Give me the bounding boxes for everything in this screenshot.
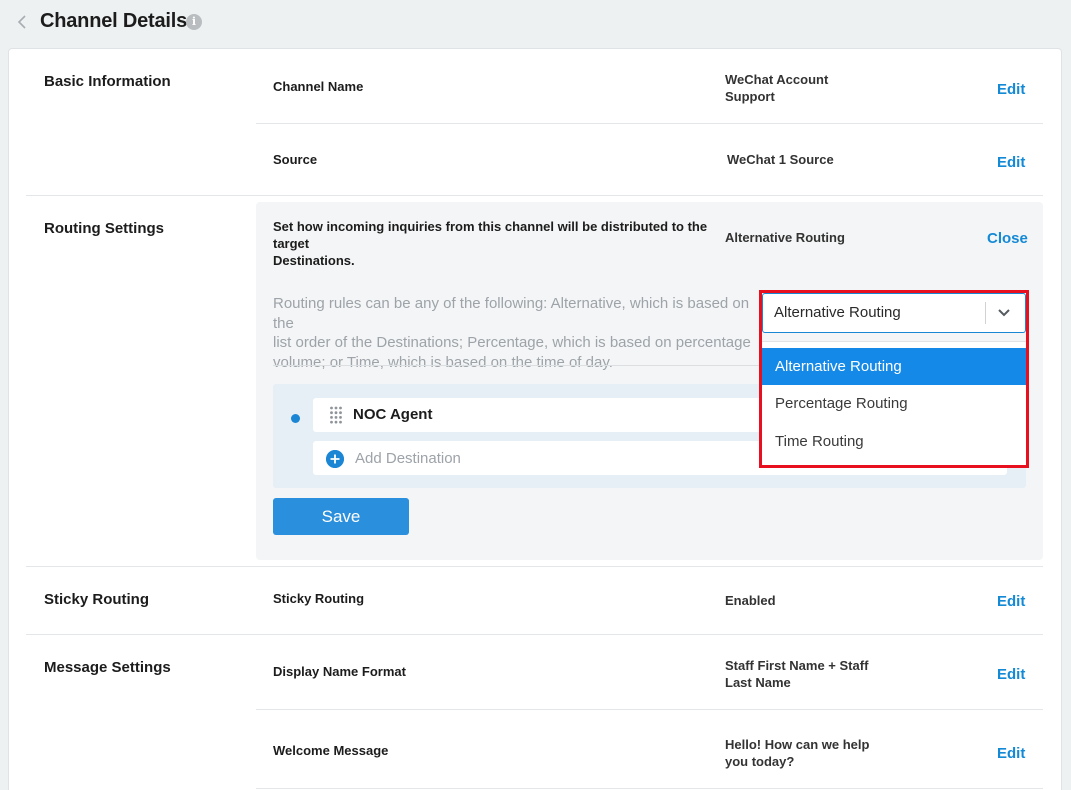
- value-line: Last Name: [725, 675, 791, 690]
- field-value-display-name-format: Staff First Name + Staff Last Name: [725, 657, 875, 691]
- field-label-source: Source: [273, 152, 318, 167]
- routing-description: Routing rules can be any of the followin…: [273, 294, 765, 372]
- description-line: volume; or Time, which is based on the t…: [273, 353, 613, 371]
- intro-line: Set how incoming inquiries from this cha…: [273, 219, 708, 251]
- option-percentage-routing[interactable]: Percentage Routing: [762, 385, 1026, 422]
- value-line: Hello! How can we help: [725, 737, 870, 752]
- field-value-channel-name: WeChat Account Support: [725, 71, 875, 105]
- info-icon[interactable]: i: [186, 14, 202, 30]
- routing-intro-text: Set how incoming inquiries from this cha…: [273, 218, 728, 269]
- save-button[interactable]: Save: [273, 498, 409, 535]
- section-sticky-routing: Sticky Routing: [44, 591, 150, 608]
- edit-source-link[interactable]: Edit: [997, 154, 1025, 171]
- description-line: Routing rules can be any of the followin…: [273, 295, 750, 332]
- bullet-dot-icon: [291, 414, 300, 423]
- select-value[interactable]: Alternative Routing: [774, 304, 901, 321]
- divider: [256, 709, 1043, 710]
- chevron-down-icon[interactable]: [996, 306, 1012, 320]
- section-message-settings: Message Settings: [44, 659, 171, 676]
- divider: [256, 788, 1043, 789]
- divider: [273, 365, 768, 366]
- field-label-display-name-format: Display Name Format: [273, 664, 406, 679]
- section-routing-settings: Routing Settings: [44, 220, 164, 237]
- description-line: list order of the Destinations; Percenta…: [273, 334, 751, 351]
- divider: [26, 566, 1043, 567]
- field-value-source: WeChat 1 Source: [727, 152, 834, 167]
- field-label-channel-name: Channel Name: [273, 79, 364, 94]
- field-value-welcome-message: Hello! How can we help you today?: [725, 736, 875, 770]
- page-header: Channel Details i: [0, 0, 1071, 48]
- divider: [256, 123, 1043, 124]
- select-separator: [985, 302, 986, 324]
- divider: [26, 195, 1043, 196]
- intro-line: Destinations.: [273, 253, 355, 268]
- value-line: Support: [725, 89, 775, 104]
- value-line: Staff First Name + Staff: [725, 658, 869, 673]
- field-value-routing: Alternative Routing: [725, 230, 845, 245]
- edit-channel-name-link[interactable]: Edit: [997, 81, 1025, 98]
- field-label-sticky-routing: Sticky Routing: [273, 591, 365, 606]
- back-chevron-icon[interactable]: [15, 12, 29, 32]
- option-time-routing[interactable]: Time Routing: [762, 423, 1026, 460]
- edit-display-name-format-link[interactable]: Edit: [997, 666, 1025, 683]
- destination-name: NOC Agent: [353, 406, 433, 423]
- edit-sticky-routing-link[interactable]: Edit: [997, 593, 1025, 610]
- edit-welcome-message-link[interactable]: Edit: [997, 745, 1025, 762]
- add-destination-placeholder[interactable]: Add Destination: [355, 450, 461, 467]
- section-basic-information: Basic Information: [44, 73, 171, 90]
- option-alternative-routing[interactable]: Alternative Routing: [762, 348, 1026, 385]
- field-value-sticky-routing: Enabled: [725, 593, 776, 608]
- field-label-welcome-message: Welcome Message: [273, 743, 389, 758]
- close-routing-link[interactable]: Close: [987, 230, 1028, 247]
- drag-handle-icon[interactable]: [329, 405, 343, 425]
- plus-icon[interactable]: [326, 450, 344, 468]
- divider: [26, 634, 1043, 635]
- value-line: you today?: [725, 754, 795, 769]
- value-line: WeChat Account: [725, 72, 829, 87]
- page-title: Channel Details: [40, 10, 188, 32]
